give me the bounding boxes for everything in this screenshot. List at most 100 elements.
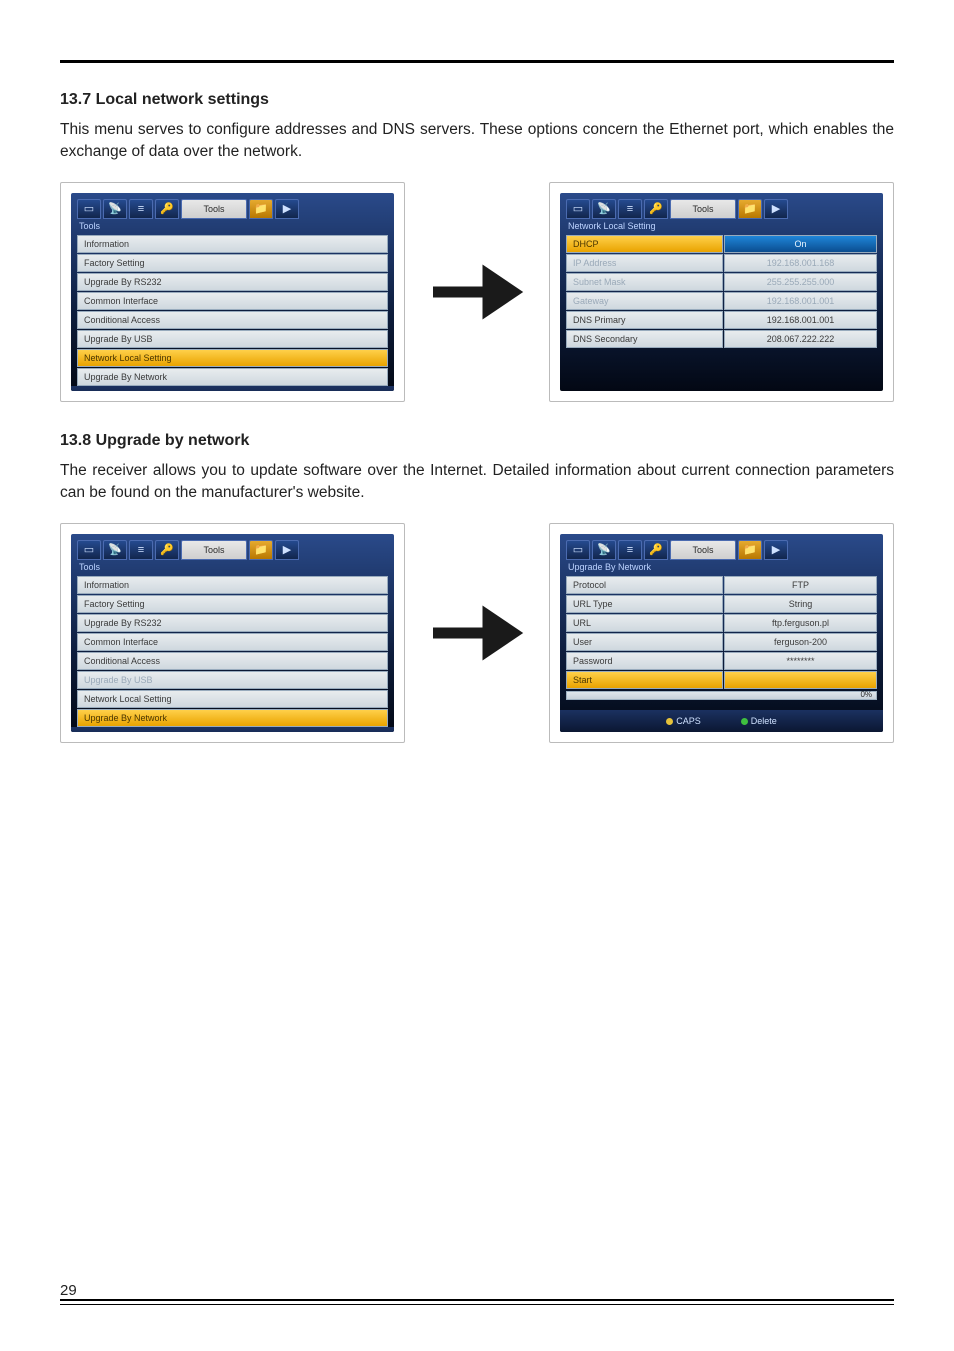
- progress-bar: 0%: [566, 691, 877, 700]
- setting-row[interactable]: Gateway192.168.001.001: [566, 292, 877, 310]
- screenshot-row: ▭ 📡 ≡ 🔑 Tools 📁 ▶ Tools InformationFacto…: [60, 182, 894, 402]
- tab-icon[interactable]: 🔑: [155, 540, 179, 560]
- setting-row[interactable]: URLftp.ferguson.pl: [566, 614, 877, 632]
- section-heading: 13.7 Local network settings: [60, 91, 894, 109]
- setting-label: IP Address: [566, 254, 723, 272]
- tab-icon[interactable]: ▶: [764, 540, 788, 560]
- play-icon: ▶: [772, 202, 780, 215]
- setting-value[interactable]: 192.168.001.001: [724, 292, 877, 310]
- setting-value[interactable]: FTP: [724, 576, 877, 594]
- folder-icon: 📁: [254, 543, 268, 556]
- dish-icon: 📡: [108, 543, 122, 556]
- menu-item[interactable]: Information: [77, 576, 388, 594]
- setting-row[interactable]: Subnet Mask255.255.255.000: [566, 273, 877, 291]
- setting-value[interactable]: 192.168.001.001: [724, 311, 877, 329]
- bars-icon: ≡: [138, 544, 144, 556]
- setting-row[interactable]: Start: [566, 671, 877, 689]
- tab-icon[interactable]: 📁: [249, 199, 273, 219]
- tv-icon: ▭: [84, 202, 94, 215]
- setting-row[interactable]: DNS Primary192.168.001.001: [566, 311, 877, 329]
- tab-icon[interactable]: ▶: [275, 199, 299, 219]
- tab-icon[interactable]: ▭: [77, 540, 101, 560]
- setting-label: Subnet Mask: [566, 273, 723, 291]
- menu-item[interactable]: Upgrade By USB: [77, 671, 388, 689]
- setting-row[interactable]: DHCPOn: [566, 235, 877, 253]
- tab-active[interactable]: Tools: [181, 199, 247, 219]
- tab-icon[interactable]: 📡: [592, 540, 616, 560]
- menu-item[interactable]: Factory Setting: [77, 254, 388, 272]
- menu-item[interactable]: Network Local Setting: [77, 349, 388, 367]
- menu-item[interactable]: Upgrade By RS232: [77, 273, 388, 291]
- tab-icon[interactable]: 📁: [738, 199, 762, 219]
- tab-active[interactable]: Tools: [670, 540, 736, 560]
- setting-row[interactable]: Password********: [566, 652, 877, 670]
- screenshot-row: ▭ 📡 ≡ 🔑 Tools 📁 ▶ Tools InformationFacto…: [60, 523, 894, 743]
- tab-icon[interactable]: ≡: [618, 540, 642, 560]
- arrow-icon: [413, 237, 541, 347]
- bars-icon: ≡: [627, 203, 633, 215]
- menu-item[interactable]: Upgrade By USB: [77, 330, 388, 348]
- menu-item[interactable]: Common Interface: [77, 633, 388, 651]
- breadcrumb: Tools: [71, 219, 394, 235]
- setting-row[interactable]: URL TypeString: [566, 595, 877, 613]
- setting-row[interactable]: ProtocolFTP: [566, 576, 877, 594]
- tab-icon[interactable]: 📡: [592, 199, 616, 219]
- section-heading: 13.8 Upgrade by network: [60, 432, 894, 450]
- menu-item[interactable]: Network Local Setting: [77, 690, 388, 708]
- tab-icon[interactable]: ▶: [275, 540, 299, 560]
- breadcrumb: Tools: [71, 560, 394, 576]
- setting-value[interactable]: ********: [724, 652, 877, 670]
- tab-icon[interactable]: ≡: [129, 540, 153, 560]
- dish-icon: 📡: [108, 202, 122, 215]
- osb-tools-menu: ▭ 📡 ≡ 🔑 Tools 📁 ▶ Tools InformationFacto…: [71, 193, 394, 391]
- tab-icon[interactable]: ▭: [77, 199, 101, 219]
- setting-row[interactable]: Userferguson-200: [566, 633, 877, 651]
- setting-value[interactable]: 255.255.255.000: [724, 273, 877, 291]
- folder-icon: 📁: [254, 202, 268, 215]
- setting-value[interactable]: 192.168.001.168: [724, 254, 877, 272]
- menu-item[interactable]: Factory Setting: [77, 595, 388, 613]
- setting-value[interactable]: ferguson-200: [724, 633, 877, 651]
- tab-icon[interactable]: 📡: [103, 199, 127, 219]
- tab-icon[interactable]: ≡: [129, 199, 153, 219]
- menu-item[interactable]: Upgrade By Network: [77, 368, 388, 386]
- tab-active[interactable]: Tools: [670, 199, 736, 219]
- tab-icon[interactable]: ▭: [566, 540, 590, 560]
- tab-icon[interactable]: 🔑: [644, 540, 668, 560]
- screenshot-frame: ▭ 📡 ≡ 🔑 Tools 📁 ▶ Network Local Setting …: [549, 182, 894, 402]
- menu-item[interactable]: Upgrade By RS232: [77, 614, 388, 632]
- tab-icon[interactable]: 📁: [249, 540, 273, 560]
- tab-icon[interactable]: ≡: [618, 199, 642, 219]
- menu-item[interactable]: Conditional Access: [77, 311, 388, 329]
- section-paragraph: This menu serves to configure addresses …: [60, 119, 894, 164]
- arrow-icon: [413, 578, 541, 688]
- setting-row[interactable]: IP Address192.168.001.168: [566, 254, 877, 272]
- play-icon: ▶: [283, 202, 291, 215]
- tv-icon: ▭: [573, 202, 583, 215]
- menu-item[interactable]: Conditional Access: [77, 652, 388, 670]
- key-icon: 🔑: [160, 543, 174, 556]
- tab-icon[interactable]: 🔑: [644, 199, 668, 219]
- tab-icon[interactable]: 📡: [103, 540, 127, 560]
- tab-icon[interactable]: 🔑: [155, 199, 179, 219]
- menu-item[interactable]: Upgrade By Network: [77, 709, 388, 727]
- setting-value[interactable]: 208.067.222.222: [724, 330, 877, 348]
- setting-label: URL: [566, 614, 723, 632]
- tab-icon[interactable]: ▶: [764, 199, 788, 219]
- tab-active[interactable]: Tools: [181, 540, 247, 560]
- tv-icon: ▭: [573, 543, 583, 556]
- setting-row[interactable]: DNS Secondary208.067.222.222: [566, 330, 877, 348]
- menu-item[interactable]: Information: [77, 235, 388, 253]
- setting-value[interactable]: [724, 671, 877, 689]
- osb-upgrade-by-network: ▭ 📡 ≡ 🔑 Tools 📁 ▶ Upgrade By Network Pro…: [560, 534, 883, 732]
- breadcrumb: Network Local Setting: [560, 219, 883, 235]
- setting-value[interactable]: On: [724, 235, 877, 253]
- menu-item[interactable]: Common Interface: [77, 292, 388, 310]
- setting-label: URL Type: [566, 595, 723, 613]
- tab-icon[interactable]: ▭: [566, 199, 590, 219]
- folder-icon: 📁: [743, 543, 757, 556]
- setting-value[interactable]: ftp.ferguson.pl: [724, 614, 877, 632]
- hint-delete: Delete: [741, 716, 777, 726]
- setting-value[interactable]: String: [724, 595, 877, 613]
- key-icon: 🔑: [649, 202, 663, 215]
